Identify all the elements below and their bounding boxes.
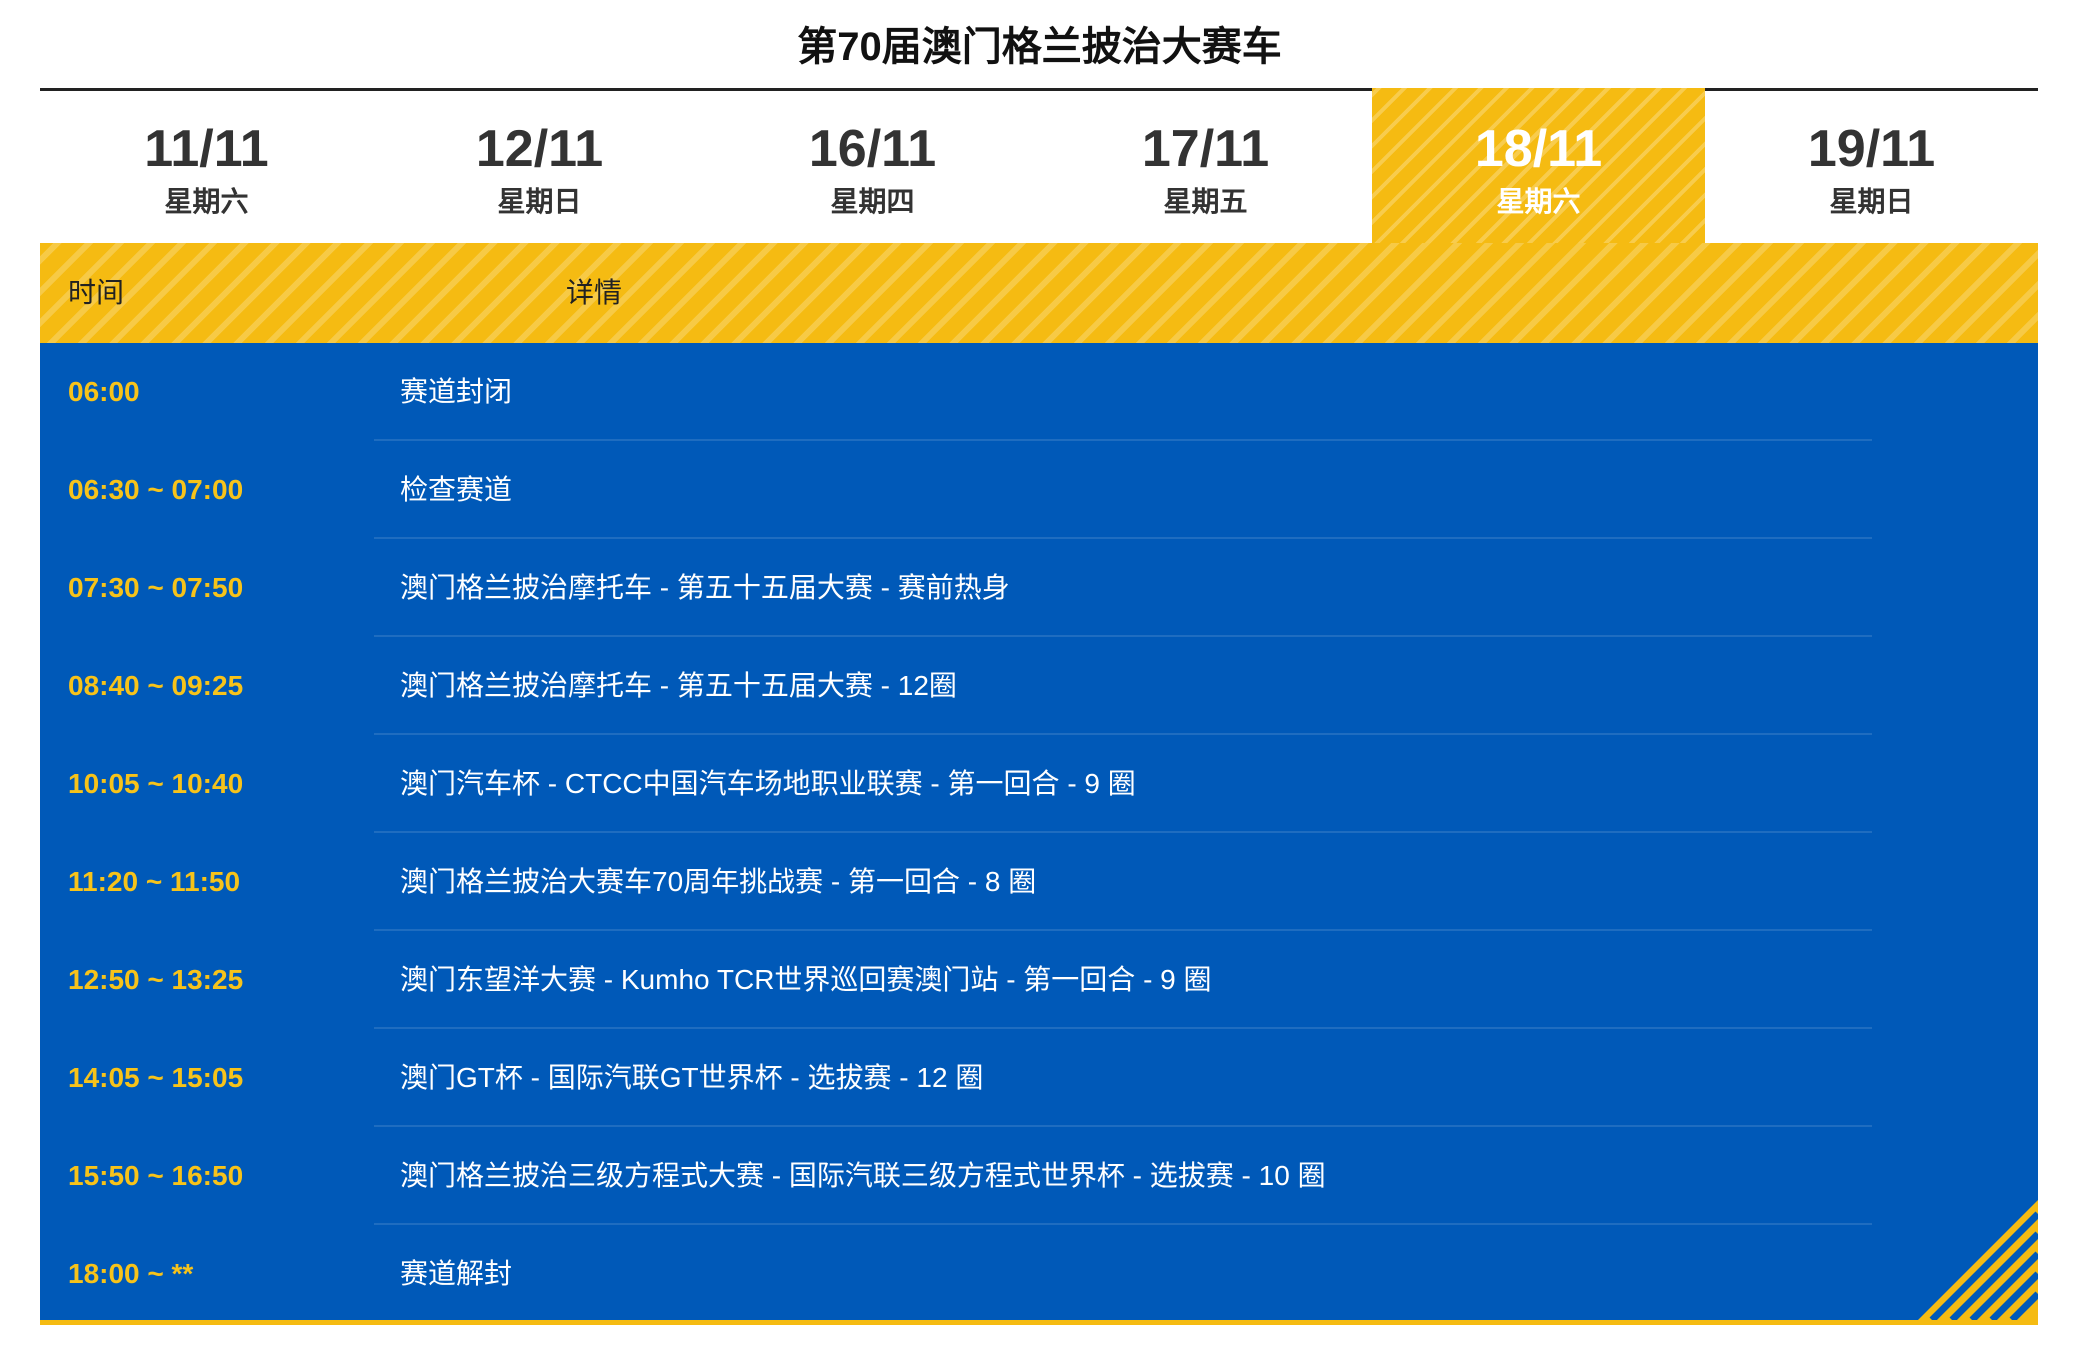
row-detail: 澳门格兰披治大赛车70周年挑战赛 - 第一回合 - 8 圈 [400,866,1037,897]
table-row: 11:20 ~ 11:50 澳门格兰披治大赛车70周年挑战赛 - 第一回合 - … [40,833,2038,931]
header-detail-label: 详情 [566,277,623,308]
tab-weekday: 星期日 [1829,186,1914,217]
row-time: 08:40 ~ 09:25 [68,670,244,701]
header-time-label: 时间 [68,277,125,308]
table-row: 14:05 ~ 15:05 澳门GT杯 - 国际汽联GT世界杯 - 选拔赛 - … [40,1029,2038,1127]
row-detail: 澳门东望洋大赛 - Kumho TCR世界巡回赛澳门站 - 第一回合 - 9 圈 [400,964,1212,995]
tab-weekday: 星期六 [164,186,249,217]
table-row: 08:40 ~ 09:25 澳门格兰披治摩托车 - 第五十五届大赛 - 12圈 [40,637,2038,735]
tab-weekday: 星期日 [497,186,582,217]
schedule-page: 第70届澳门格兰披治大赛车 11/11 星期六 12/11 星期日 16/11 … [0,0,2079,1345]
tab-weekday: 星期六 [1496,186,1581,217]
tab-19-11[interactable]: 19/11 星期日 [1705,91,2038,243]
row-detail: 检查赛道 [400,474,513,505]
stripe-corner-decoration [1918,1200,2038,1320]
table-row: 10:05 ~ 10:40 澳门汽车杯 - CTCC中国汽车场地职业联赛 - 第… [40,735,2038,833]
row-time: 07:30 ~ 07:50 [68,572,244,603]
table-row: 06:30 ~ 07:00 检查赛道 [40,441,2038,539]
tab-date: 12/11 [475,120,604,178]
row-detail: 赛道解封 [400,1258,513,1289]
row-time: 15:50 ~ 16:50 [68,1160,244,1191]
tab-date: 17/11 [1141,120,1270,178]
tab-18-11-active[interactable]: 18/11 星期六 [1372,88,1705,243]
table-row: 12:50 ~ 13:25 澳门东望洋大赛 - Kumho TCR世界巡回赛澳门… [40,931,2038,1029]
date-tabs: 11/11 星期六 12/11 星期日 16/11 星期四 17/11 星期五 … [40,88,2038,243]
schedule-table-header: 时间 详情 [40,243,2038,343]
tab-16-11[interactable]: 16/11 星期四 [706,91,1039,243]
row-time: 11:20 ~ 11:50 [68,866,241,897]
row-time: 10:05 ~ 10:40 [68,768,244,799]
row-detail: 赛道封闭 [400,376,513,407]
page-title: 第70届澳门格兰披治大赛车 [797,25,1282,69]
table-row: 15:50 ~ 16:50 澳门格兰披治三级方程式大赛 - 国际汽联三级方程式世… [40,1127,2038,1225]
row-detail: 澳门GT杯 - 国际汽联GT世界杯 - 选拔赛 - 12 圈 [400,1062,984,1093]
tab-weekday: 星期四 [830,186,915,217]
table-row: 06:00 赛道封闭 [40,343,2038,441]
row-time: 06:00 [68,376,140,407]
tab-weekday: 星期五 [1163,186,1248,217]
row-time: 12:50 ~ 13:25 [68,964,244,995]
row-time: 14:05 ~ 15:05 [68,1062,244,1093]
row-detail: 澳门汽车杯 - CTCC中国汽车场地职业联赛 - 第一回合 - 9 圈 [400,768,1136,799]
tab-11-11[interactable]: 11/11 星期六 [40,91,373,243]
row-time: 06:30 ~ 07:00 [68,474,244,505]
tab-date: 19/11 [1807,120,1936,178]
corner-triangle [1918,1200,2038,1320]
row-detail: 澳门格兰披治摩托车 - 第五十五届大赛 - 12圈 [400,670,957,701]
tab-date: 11/11 [144,120,269,178]
schedule-table-body: 06:00 赛道封闭 06:30 ~ 07:00 检查赛道 07:30 ~ 07… [40,343,2038,1325]
row-detail: 澳门格兰披治摩托车 - 第五十五届大赛 - 赛前热身 [400,572,1010,603]
tab-17-11[interactable]: 17/11 星期五 [1039,91,1372,243]
tab-12-11[interactable]: 12/11 星期日 [373,91,706,243]
row-time: 18:00 ~ ** [68,1258,194,1289]
tab-date: 16/11 [808,120,937,178]
row-detail: 澳门格兰披治三级方程式大赛 - 国际汽联三级方程式世界杯 - 选拔赛 - 10 … [400,1160,1326,1191]
bottom-accent-bar [40,1320,2038,1325]
tab-date: 18/11 [1474,120,1603,178]
table-row: 18:00 ~ ** 赛道解封 [40,1225,2038,1323]
table-row: 07:30 ~ 07:50 澳门格兰披治摩托车 - 第五十五届大赛 - 赛前热身 [40,539,2038,637]
